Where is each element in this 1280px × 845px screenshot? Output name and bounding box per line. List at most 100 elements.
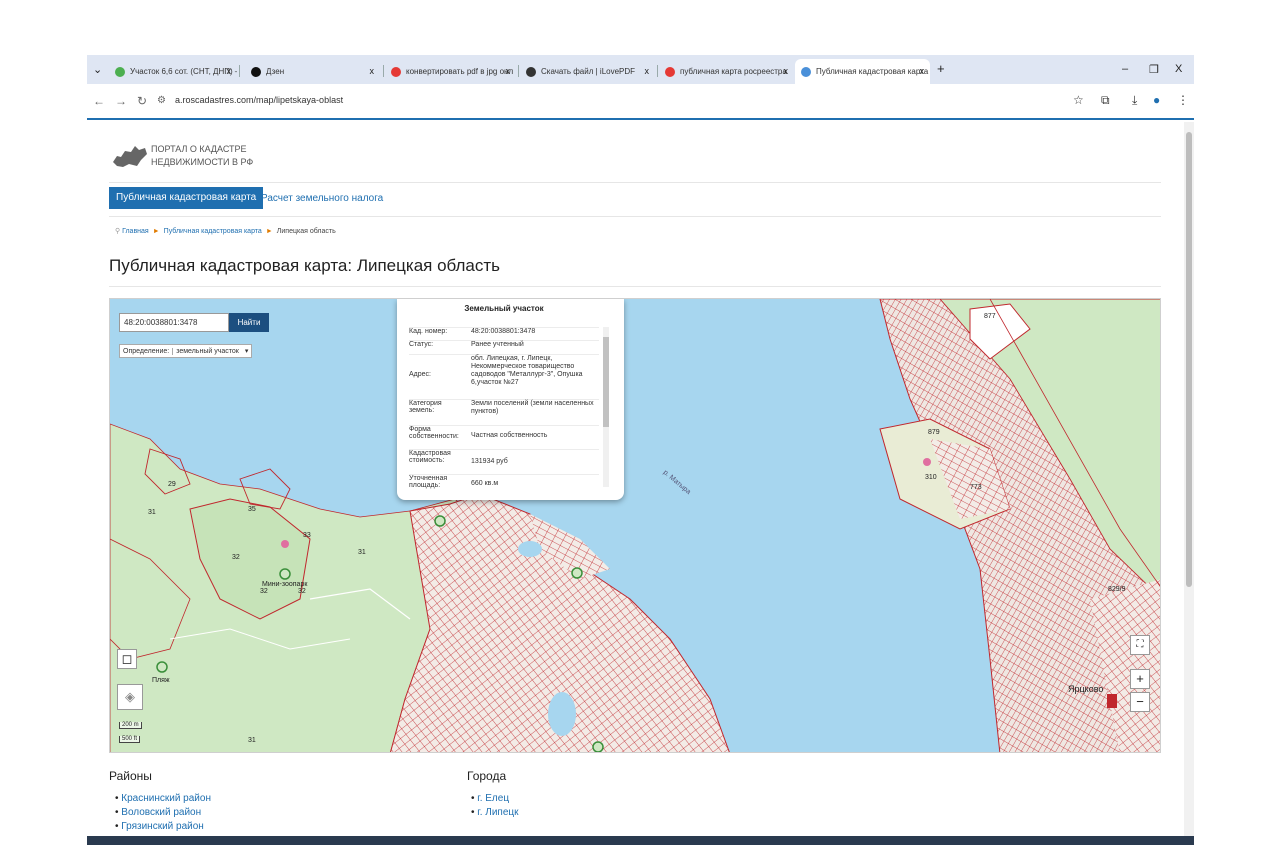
map-label: 32 (260, 588, 268, 595)
tab-favicon-icon (526, 66, 536, 77)
definition-label: Определение: (123, 347, 170, 355)
popup-row: Уточненная площадь: 660 кв.м (409, 474, 599, 490)
profile-icon[interactable]: ● (1153, 93, 1160, 107)
logo-text-line2: НЕДВИЖИМОСТИ В РФ (151, 157, 254, 167)
map-label-minizoo: Мини-зоопарк (262, 581, 308, 588)
district-link[interactable]: Краснинский район (115, 792, 211, 806)
cadastral-search-input[interactable]: 48:20:0038801:3478 (119, 313, 229, 332)
popup-scroll-thumb[interactable] (603, 337, 609, 427)
tab-4[interactable]: Скачать файл | iLovePDF x (520, 59, 655, 84)
tab-1[interactable]: Участок 6,6 сот. (СНТ, ДНП) – ... x (109, 59, 237, 84)
tab-3[interactable]: конвертировать pdf в jpg онл x (385, 59, 516, 84)
close-window-button[interactable]: X (1175, 63, 1182, 75)
tab-search-icon[interactable]: ⌄ (93, 63, 102, 76)
popup-value: 660 кв.м (471, 480, 499, 487)
map-label: 829/9 (1108, 586, 1126, 593)
popup-row: Адрес: обл. Липецкая, г. Липецк, Некоммер… (409, 354, 599, 399)
city-link[interactable]: г. Елец (471, 792, 519, 806)
site-settings-icon[interactable]: ⚙ (157, 95, 166, 106)
scale-bar-imperial: 500 ft (119, 736, 141, 743)
chevron-down-icon: ▾ (244, 348, 249, 355)
map-canvas (110, 299, 1160, 752)
close-tab-icon[interactable]: x (370, 66, 375, 76)
breadcrumb-arrow-icon: ► (265, 228, 273, 235)
page-content: ПОРТАЛ О КАДАСТРЕ НЕДВИЖИМОСТИ В РФ Публ… (87, 122, 1184, 845)
cadastral-map[interactable]: 31 29 35 32 31 33 32 32 Мини-зоопарк Пля… (109, 298, 1161, 753)
zoom-out-button[interactable]: − (1130, 692, 1150, 712)
tab-favicon-icon (665, 66, 675, 77)
close-tab-icon[interactable]: x (227, 66, 232, 76)
tab-2[interactable]: Дзен x (245, 59, 380, 84)
close-tab-icon[interactable]: x (645, 66, 650, 76)
tab-separator (657, 65, 658, 77)
extensions-icon[interactable]: ⧉ (1101, 93, 1110, 108)
districts-list: Краснинский район Воловский район Грязин… (115, 792, 211, 834)
popup-row: Статус: Ранее учтенный (409, 340, 599, 354)
map-label-beach: Пляж (152, 677, 170, 684)
popup-row: Форма собственности: Частная собственност… (409, 425, 599, 449)
browser-window: ⌄ Участок 6,6 сот. (СНТ, ДНП) – ... x Дз… (87, 55, 1194, 845)
parcel-info-popup: Земельный участок Кад. номер: 48:20:00388… (397, 299, 624, 500)
popup-value: Частная собственность (471, 432, 548, 439)
close-tab-icon[interactable]: x (506, 66, 511, 76)
popup-key: Статус: (409, 341, 434, 348)
popup-key: Адрес: (409, 371, 431, 378)
tab-5[interactable]: публичная карта росреестра x (659, 59, 794, 84)
breadcrumb-current: Липецкая область (276, 228, 336, 235)
map-label: 879 (928, 429, 940, 436)
popup-key: Форма собственности: (409, 426, 459, 440)
tab-title: конвертировать pdf в jpg онл (406, 67, 514, 76)
divider (109, 216, 1161, 217)
city-link[interactable]: г. Липецк (471, 806, 518, 820)
tab-favicon-icon (391, 66, 401, 77)
menu-item-public-map[interactable]: Публичная кадастровая карта (109, 187, 264, 209)
tab-6-active[interactable]: Публичная кадастровая карта x (795, 59, 930, 84)
popup-key: Категория земель: (409, 400, 442, 414)
district-link[interactable]: Грязинский район (115, 820, 211, 834)
definition-value[interactable]: земельный участок (172, 347, 239, 355)
map-label: 32 (298, 588, 306, 595)
layers-icon[interactable]: ◈ (117, 684, 143, 710)
popup-scrollbar[interactable] (603, 327, 609, 487)
definition-select[interactable]: Определение: земельный участок ▾ (119, 344, 253, 358)
menu-icon[interactable]: ⋮ (1177, 93, 1189, 107)
back-icon[interactable]: ← (93, 94, 105, 108)
reload-icon[interactable]: ↻ (137, 94, 147, 108)
close-tab-icon[interactable]: x (920, 66, 925, 76)
close-tab-icon[interactable]: x (784, 66, 789, 76)
bookmark-star-icon[interactable]: ☆ (1073, 93, 1084, 107)
cities-list: г. Елец г. Липецк (471, 792, 519, 820)
tab-title: Участок 6,6 сот. (СНТ, ДНП) – ... (130, 67, 237, 76)
page-scroll-thumb[interactable] (1186, 132, 1192, 587)
breadcrumb-home[interactable]: Главная (122, 228, 149, 235)
map-label: 877 (984, 313, 996, 320)
tab-strip: ⌄ Участок 6,6 сот. (СНТ, ДНП) – ... x Дз… (87, 55, 1194, 84)
url-field[interactable]: a.roscadastres.com/map/lipetskaya-oblast (175, 95, 343, 105)
bookmark-map-icon[interactable]: ◻ (117, 649, 137, 669)
find-button[interactable]: Найти (229, 313, 269, 332)
new-tab-button[interactable]: + (937, 61, 945, 76)
tab-separator (518, 65, 519, 77)
menu-item-land-tax[interactable]: Расчет земельного налога (261, 193, 383, 204)
address-bar: ← → ↻ ⚙ a.roscadastres.com/map/lipetskay… (87, 84, 1194, 120)
tab-title: Дзен (266, 67, 285, 76)
page-scrollbar[interactable] (1184, 122, 1194, 845)
map-label: 29 (168, 481, 176, 488)
breadcrumb-map[interactable]: Публичная кадастровая карта (164, 228, 262, 235)
fullscreen-icon[interactable]: ⛶ (1130, 635, 1150, 655)
breadcrumb-arrow-icon: ► (152, 228, 160, 235)
popup-value: Ранее учтенный (471, 341, 524, 348)
divider (109, 286, 1161, 287)
zoom-in-button[interactable]: + (1130, 669, 1150, 689)
popup-key: Уточненная площадь: (409, 475, 448, 489)
popup-value: обл. Липецкая, г. Липецк, Некоммерческое… (471, 355, 583, 386)
tab-title: Публичная кадастровая карта (816, 67, 929, 76)
forward-icon[interactable]: → (115, 94, 127, 108)
download-icon[interactable]: ⤓ (1132, 93, 1137, 108)
page-title: Публичная кадастровая карта: Липецкая об… (109, 256, 501, 275)
district-link[interactable]: Воловский район (115, 806, 211, 820)
tab-favicon-icon (115, 66, 125, 77)
maximize-button[interactable]: ❐ (1149, 63, 1159, 76)
minimize-button[interactable]: – (1122, 63, 1128, 75)
map-label: 773 (970, 484, 982, 491)
